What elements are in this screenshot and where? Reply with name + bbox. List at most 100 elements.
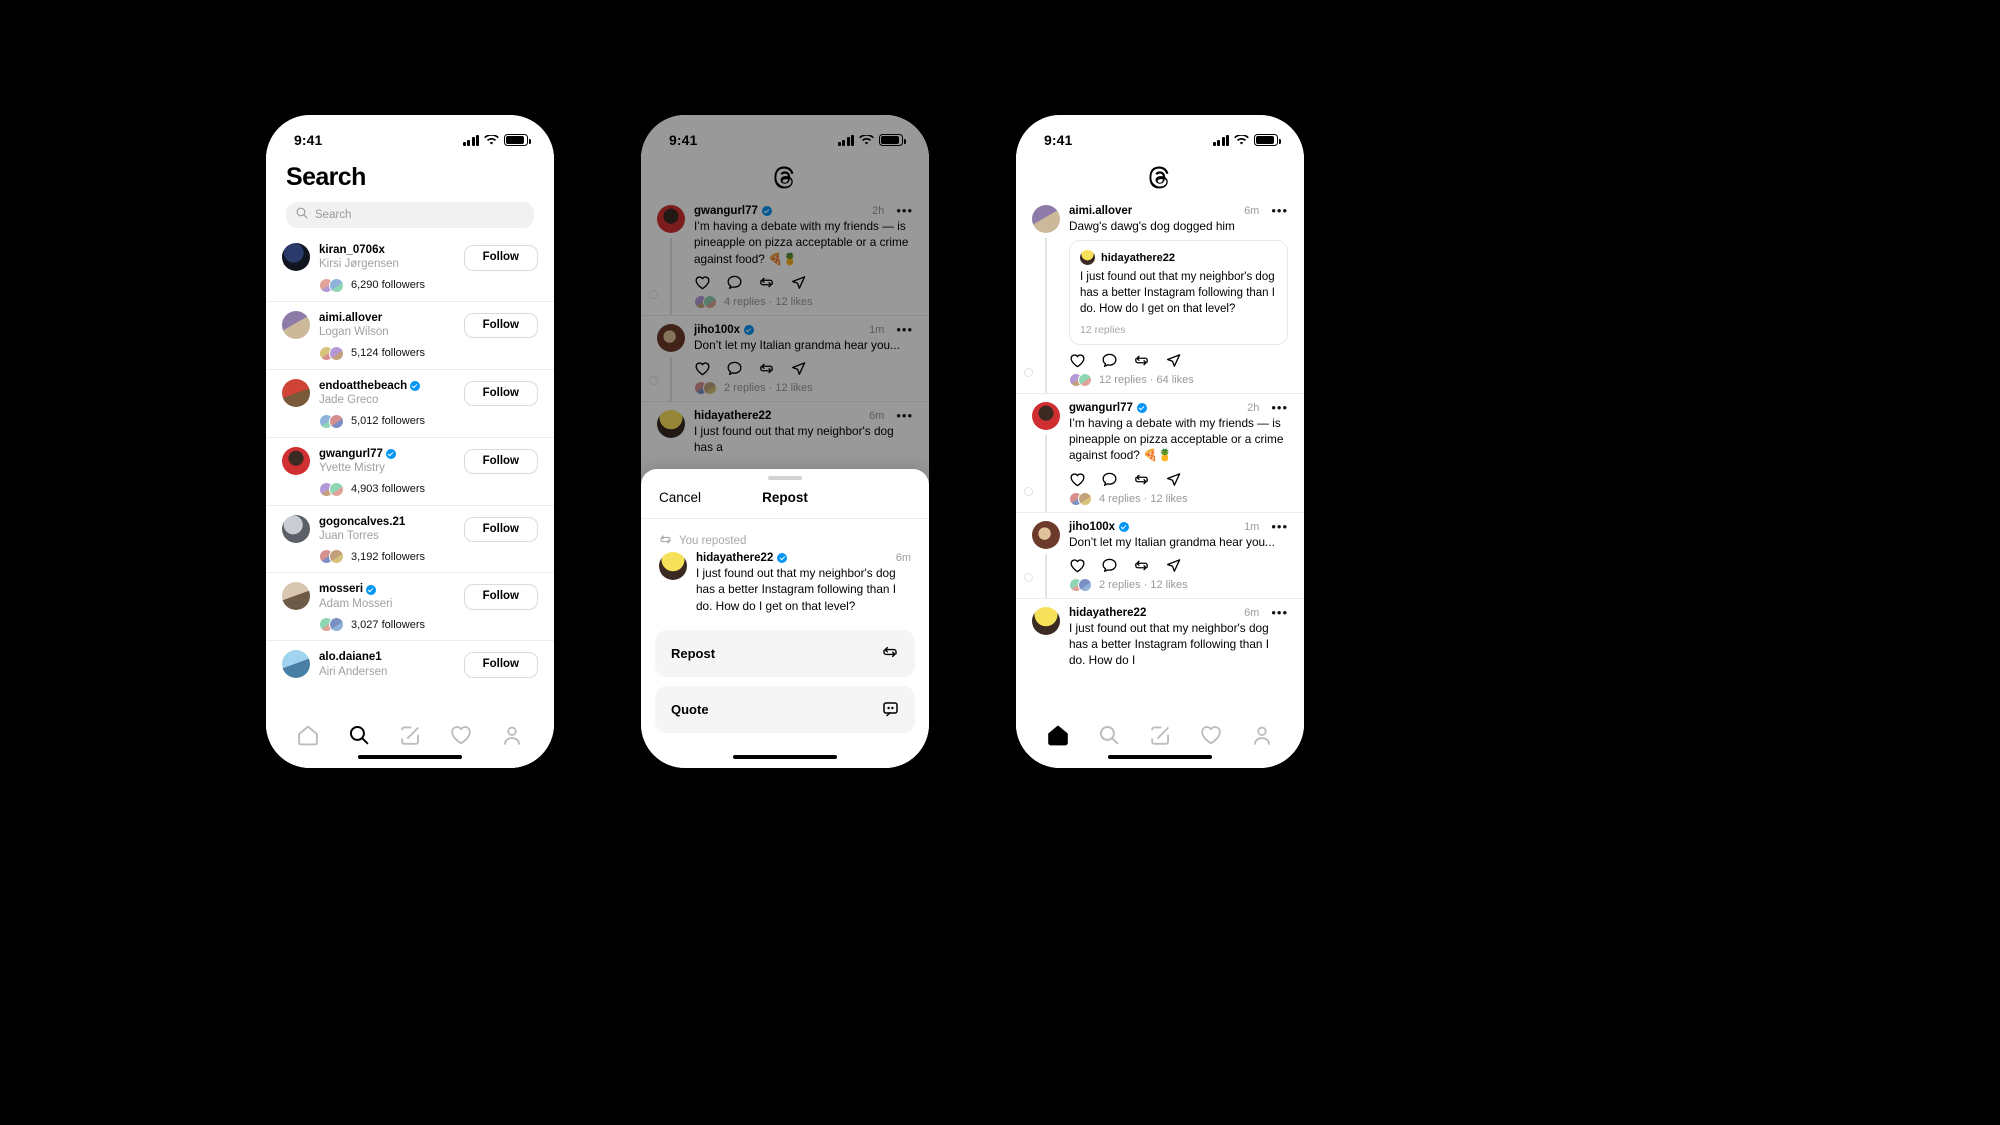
repost-icon[interactable] [1133,352,1150,369]
username: mosseri [319,582,456,596]
follow-button[interactable]: Follow [463,448,538,475]
avatar[interactable] [282,446,310,475]
avatar[interactable] [282,310,310,339]
user-suggestion-row[interactable]: alo.daiane1 Airi Andersen Follow [266,641,554,688]
reply-icon[interactable] [1101,352,1118,369]
replier-facepile [319,413,344,429]
more-options-icon[interactable]: ••• [1271,204,1288,217]
thread-connector [1045,434,1047,512]
full-name: Yvette Mistry [319,462,385,475]
search-icon [296,206,308,224]
quoted-post-meta: 12 replies [1080,323,1126,336]
threads-logo [1016,159,1304,197]
follow-button[interactable]: Follow [463,245,538,271]
reply-icon[interactable] [1101,471,1118,488]
follow-button[interactable]: Follow [463,652,538,678]
reply-icon[interactable] [1101,557,1118,574]
full-name: Adam Mosseri [319,597,393,610]
tab-profile[interactable] [1249,722,1275,748]
user-suggestion-row[interactable]: mosseri Adam Mosseri 3,027 followers Follow [266,573,554,642]
feed-post[interactable]: aimi.allover 6m ••• Dawg's dawg's dog dogge… [1016,197,1304,394]
follower-summary: 3,192 followers [319,549,456,565]
follower-count: 5,012 followers [351,415,425,428]
wifi-icon [1234,134,1249,146]
more-options-icon[interactable]: ••• [1271,606,1288,619]
quoted-post-card[interactable]: hidayathere22 I just found out that my ne… [1069,240,1288,345]
share-icon[interactable] [1165,471,1182,488]
search-input[interactable]: Search [286,202,534,228]
avatar[interactable] [1032,401,1060,430]
post-username[interactable]: aimi.allover [1069,205,1132,217]
user-suggestion-row[interactable]: aimi.allover Logan Wilson 5,124 followers F… [266,302,554,370]
post-meta[interactable]: 2 replies · 12 likes [1069,577,1288,592]
threads-feed: aimi.allover 6m ••• Dawg's dawg's dog dogge… [1016,197,1304,675]
tab-activity[interactable] [448,722,474,748]
verified-badge-icon [385,448,396,459]
feed-post[interactable]: jiho100x 1m ••• Don’t let my Italian grandm… [1016,513,1304,599]
more-options-icon[interactable]: ••• [1271,401,1288,414]
avatar [1080,250,1095,266]
repost-action-list: Repost Quote [641,626,929,733]
follow-button[interactable]: Follow [463,312,538,339]
tab-home[interactable] [1045,722,1071,748]
post-meta-text: 2 replies · 12 likes [1099,578,1188,591]
reposted-post-preview: hidayathere22 6m I just found out that m… [641,549,929,626]
follow-button[interactable]: Follow [463,380,538,407]
user-suggestion-row[interactable]: endoatthebeach Jade Greco 5,012 followers F… [266,370,554,438]
post-text: I just found out that my neighbor's dog … [1069,620,1270,668]
feed-post[interactable]: gwangurl77 2h ••• I’m having a debate with … [1016,394,1304,513]
avatar[interactable] [282,650,310,679]
tab-search[interactable] [346,722,372,748]
avatar[interactable] [282,514,310,543]
avatar[interactable] [282,378,310,407]
verified-badge-icon [366,584,377,595]
username: alo.daiane1 [319,651,382,664]
follow-button[interactable]: Follow [463,584,538,610]
post-username[interactable]: gwangurl77 [1069,402,1133,414]
tab-profile[interactable] [499,722,525,748]
post-username[interactable]: hidayathere22 [1069,607,1146,619]
repost-icon [881,643,899,664]
post-timestamp: 2h [1247,401,1260,414]
like-icon[interactable] [1069,557,1086,574]
tab-activity[interactable] [1198,722,1224,748]
tab-compose[interactable] [397,722,423,748]
quote-action-label: Quote [671,702,709,717]
like-icon[interactable] [1069,471,1086,488]
follow-button[interactable]: Follow [463,516,538,543]
user-suggestion-row[interactable]: gogoncalves.21 Juan Torres 3,192 followers… [266,506,554,574]
avatar[interactable] [282,582,310,611]
replier-facepile [319,549,344,565]
more-options-icon[interactable]: ••• [1271,520,1288,533]
post-meta[interactable]: 4 replies · 12 likes [1069,491,1288,506]
verified-badge-icon [1119,521,1130,532]
repost-action-row[interactable]: Repost [655,630,915,677]
user-suggestion-row[interactable]: gwangurl77 Yvette Mistry 4,903 followers Fo… [266,438,554,506]
repost-icon[interactable] [1133,471,1150,488]
avatar[interactable] [1032,606,1060,635]
full-name: Jade Greco [319,394,379,407]
post-meta-text: 4 replies · 12 likes [1099,492,1188,505]
thread-dot [1024,367,1033,377]
thread-connector [1045,238,1047,393]
follower-summary: 6,290 followers [319,277,456,293]
replier-facepile [1069,372,1092,387]
tab-compose[interactable] [1147,722,1173,748]
post-meta[interactable]: 12 replies · 64 likes [1069,372,1288,387]
feed-post[interactable]: hidayathere22 6m ••• I just found out that … [1016,599,1304,675]
tab-home[interactable] [295,722,321,748]
share-icon[interactable] [1165,352,1182,369]
avatar[interactable] [1032,205,1060,233]
tab-search[interactable] [1096,722,1122,748]
user-suggestion-row[interactable]: kiran_0706x Kirsi Jørgensen 6,290 follower… [266,234,554,302]
like-icon[interactable] [1069,352,1086,369]
cancel-button[interactable]: Cancel [659,490,701,505]
quote-action-row[interactable]: Quote [655,686,915,733]
post-username[interactable]: jiho100x [1069,521,1115,533]
avatar[interactable] [282,243,310,271]
repost-icon[interactable] [1133,557,1150,574]
share-icon[interactable] [1165,557,1182,574]
repost-bottom-sheet: Cancel Repost You reposted hidayathere22 [641,469,929,768]
avatar[interactable] [1032,520,1060,549]
post-username[interactable]: hidayathere22 [696,552,773,564]
